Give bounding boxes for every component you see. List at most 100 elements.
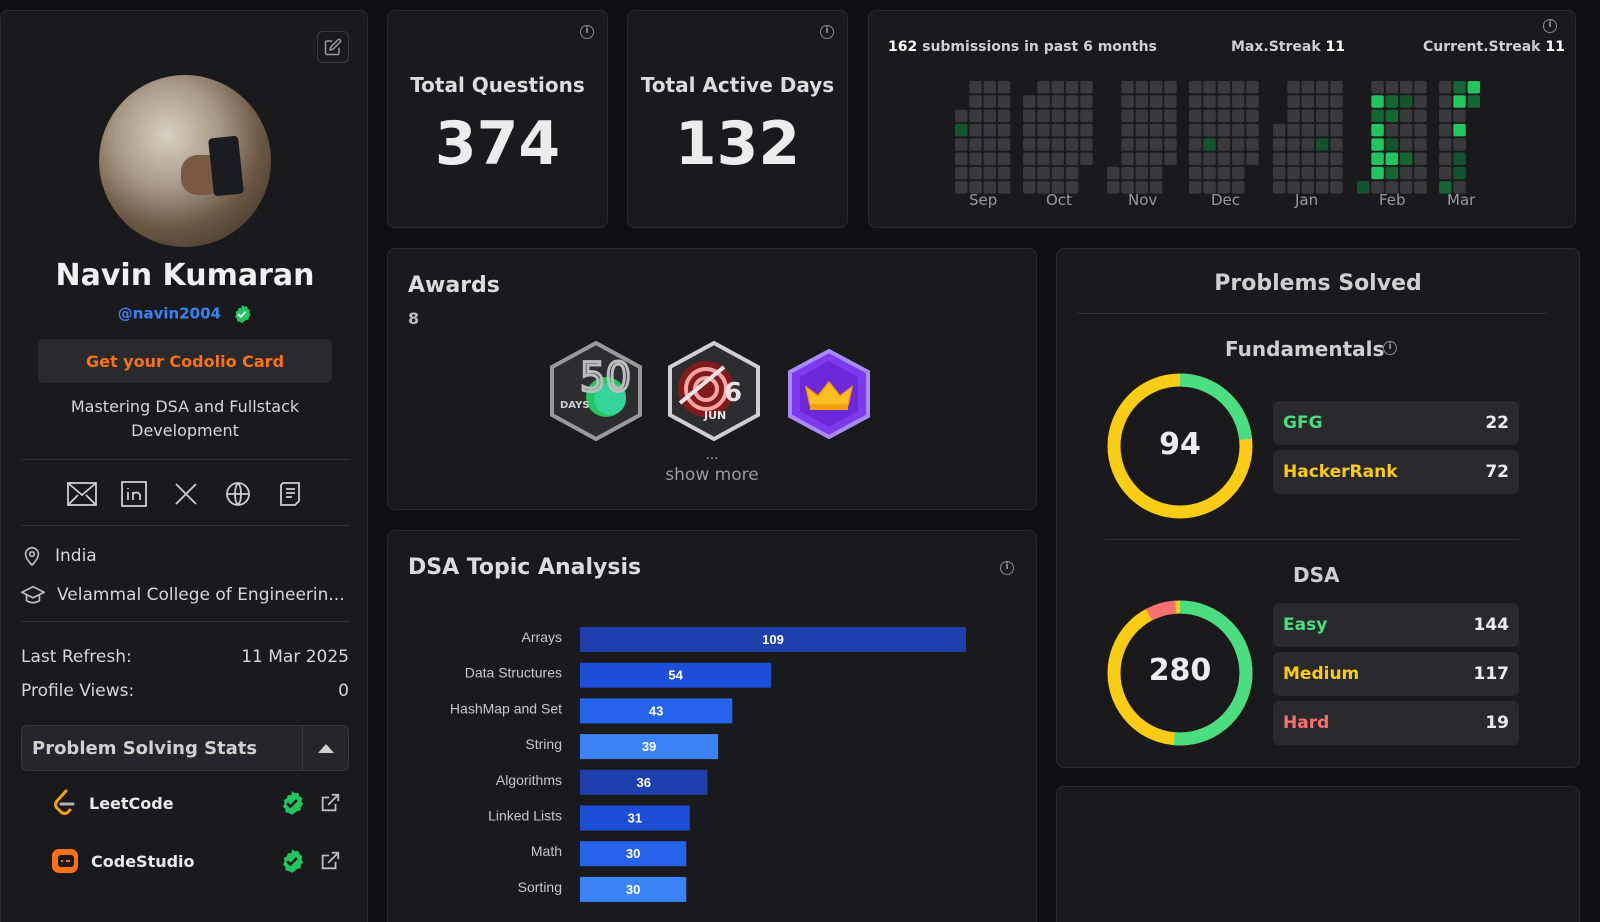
heatmap-cell[interactable] [969, 81, 982, 94]
heatmap-cell[interactable] [1414, 138, 1427, 151]
heatmap-cell[interactable] [1439, 123, 1452, 137]
heatmap-cell[interactable] [1246, 81, 1259, 94]
heatmap-cell[interactable] [1287, 109, 1300, 123]
heatmap-cell[interactable] [997, 123, 1011, 137]
heatmap-cell[interactable] [1037, 109, 1050, 123]
heatmap-cell[interactable] [1037, 95, 1050, 108]
heatmap-cell[interactable] [1217, 109, 1231, 123]
heatmap-cell[interactable] [1467, 95, 1481, 108]
heatmap-cell[interactable] [1231, 123, 1245, 137]
heatmap-cell[interactable] [1121, 81, 1134, 94]
heatmap-cell[interactable] [1273, 152, 1286, 166]
heatmap-cell[interactable] [1315, 152, 1329, 166]
heatmap-cell[interactable] [1246, 95, 1259, 108]
heatmap-cell[interactable] [1273, 138, 1286, 151]
heatmap-cell[interactable] [1414, 152, 1427, 166]
heatmap-cell[interactable] [1399, 166, 1413, 180]
heatmap-cell[interactable] [1065, 81, 1079, 94]
heatmap-cell[interactable] [1037, 138, 1050, 151]
heatmap-cell[interactable] [1385, 81, 1399, 94]
heatmap-cell[interactable] [1149, 109, 1163, 123]
heatmap-cell[interactable] [1371, 138, 1384, 151]
heatmap-cell[interactable] [1037, 81, 1050, 94]
heatmap-cell[interactable] [1315, 109, 1329, 123]
heatmap-cell[interactable] [1189, 81, 1202, 94]
heatmap-cell[interactable] [1149, 81, 1163, 94]
heatmap-cell[interactable] [1301, 152, 1315, 166]
heatmap-cell[interactable] [1149, 152, 1163, 166]
heatmap-cell[interactable] [1023, 152, 1036, 166]
heatmap-cell[interactable] [1399, 109, 1413, 123]
heatmap-cell[interactable] [1135, 138, 1149, 151]
heatmap-cell[interactable] [1453, 109, 1466, 123]
heatmap-cell[interactable] [1231, 138, 1245, 151]
heatmap-cell[interactable] [1065, 166, 1079, 180]
get-codolio-card-button[interactable]: Get your Codolio Card [38, 339, 332, 383]
heatmap-cell[interactable] [1439, 152, 1452, 166]
heatmap-cell[interactable] [955, 123, 968, 137]
info-icon[interactable]: i [820, 25, 834, 39]
heatmap-cell[interactable] [1385, 152, 1399, 166]
heatmap-cell[interactable] [1189, 152, 1202, 166]
heatmap-cell[interactable] [997, 138, 1011, 151]
heatmap-cell[interactable] [983, 81, 997, 94]
heatmap-cell[interactable] [1439, 138, 1452, 151]
heatmap-cell[interactable] [1399, 152, 1413, 166]
heatmap-cell[interactable] [1453, 138, 1466, 151]
heatmap-cell[interactable] [1203, 138, 1216, 151]
heatmap-cell[interactable] [1135, 166, 1149, 180]
heatmap-cell[interactable] [1037, 123, 1050, 137]
heatmap-cell[interactable] [1287, 166, 1300, 180]
heatmap-cell[interactable] [983, 138, 997, 151]
heatmap-cell[interactable] [1414, 109, 1427, 123]
heatmap-cell[interactable] [969, 95, 982, 108]
heatmap-cell[interactable] [983, 123, 997, 137]
heatmap-cell[interactable] [1217, 95, 1231, 108]
heatmap-cell[interactable] [1051, 81, 1065, 94]
heatmap-cell[interactable] [1023, 166, 1036, 180]
heatmap-cell[interactable] [1439, 166, 1452, 180]
heatmap-cell[interactable] [955, 109, 968, 123]
heatmap-cell[interactable] [1203, 95, 1216, 108]
heatmap-cell[interactable] [1121, 123, 1134, 137]
heatmap-cell[interactable] [1135, 123, 1149, 137]
heatmap-cell[interactable] [1164, 109, 1177, 123]
heatmap-cell[interactable] [1051, 123, 1065, 137]
external-link-icon[interactable] [319, 850, 341, 872]
heatmap-cell[interactable] [1467, 81, 1481, 94]
heatmap-cell[interactable] [1189, 166, 1202, 180]
heatmap-cell[interactable] [1371, 81, 1384, 94]
heatmap-cell[interactable] [1231, 109, 1245, 123]
heatmap-cell[interactable] [1080, 109, 1093, 123]
heatmap-cell[interactable] [1246, 138, 1259, 151]
heatmap-cell[interactable] [1121, 166, 1134, 180]
heatmap-cell[interactable] [1065, 138, 1079, 151]
heatmap-cell[interactable] [1217, 138, 1231, 151]
heatmap-cell[interactable] [1385, 109, 1399, 123]
mail-icon[interactable] [67, 479, 97, 509]
heatmap-cell[interactable] [1453, 166, 1466, 180]
heatmap-cell[interactable] [1330, 166, 1343, 180]
heatmap-cell[interactable] [1107, 181, 1120, 194]
heatmap-cell[interactable] [1121, 95, 1134, 108]
show-more-link[interactable]: show more [388, 465, 1036, 485]
heatmap-cell[interactable] [1371, 123, 1384, 137]
heatmap-cell[interactable] [1121, 109, 1134, 123]
info-icon[interactable]: i [1383, 341, 1397, 355]
heatmap-cell[interactable] [1315, 123, 1329, 137]
heatmap-cell[interactable] [1051, 166, 1065, 180]
heatmap-cell[interactable] [997, 152, 1011, 166]
heatmap-cell[interactable] [1301, 81, 1315, 94]
heatmap-cell[interactable] [1135, 109, 1149, 123]
heatmap-cell[interactable] [1023, 123, 1036, 137]
info-icon[interactable]: i [580, 25, 594, 39]
heatmap-cell[interactable] [1371, 166, 1384, 180]
globe-icon[interactable] [223, 479, 253, 509]
external-link-icon[interactable] [319, 792, 341, 814]
heatmap-cell[interactable] [1246, 152, 1259, 166]
heatmap-cell[interactable] [1330, 181, 1343, 194]
heatmap-cell[interactable] [1315, 166, 1329, 180]
heatmap-cell[interactable] [1330, 95, 1343, 108]
heatmap-cell[interactable] [997, 95, 1011, 108]
heatmap-cell[interactable] [1301, 166, 1315, 180]
